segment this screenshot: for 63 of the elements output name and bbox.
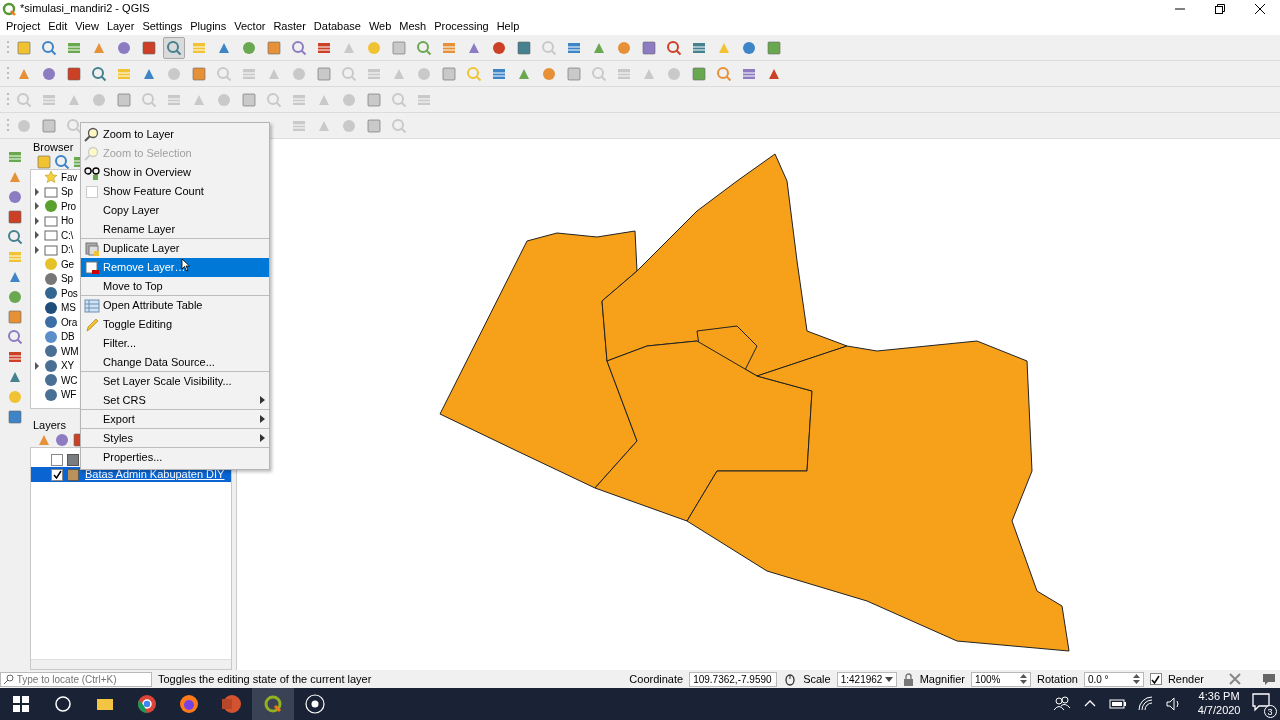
menu-item[interactable]: Show Feature Count <box>81 182 269 201</box>
tree-item[interactable]: Ho <box>61 213 74 229</box>
menu-item[interactable]: Styles <box>81 429 269 448</box>
render-label: Render <box>1167 671 1204 687</box>
menu-item[interactable]: Rename Layer <box>81 220 269 239</box>
tree-item[interactable]: Sp <box>61 271 73 287</box>
magnifier-field[interactable]: 100% <box>970 671 1031 687</box>
menu-item[interactable]: Plugins <box>186 17 231 35</box>
menu-item[interactable]: Duplicate Layer <box>81 239 269 258</box>
menu-item[interactable]: Remove Layer… <box>81 258 269 277</box>
menu-item[interactable]: View <box>71 17 103 35</box>
scale-dropdown[interactable]: 1:421962 <box>836 671 897 687</box>
menu-item[interactable]: Move to Top <box>81 277 269 296</box>
clock-time[interactable]: 4:36 PM <box>1197 690 1241 704</box>
coordinate-label: Coordinate <box>629 671 684 687</box>
tree-item[interactable]: DB <box>61 329 75 345</box>
menu-item[interactable]: Processing <box>430 17 493 35</box>
clock-date[interactable]: 4/7/2020 <box>1197 704 1241 718</box>
menu-item[interactable]: Show in Overview <box>81 163 269 182</box>
tree-item[interactable]: Sp <box>61 184 73 200</box>
tree-item[interactable]: Ge <box>61 256 74 272</box>
menu-item[interactable]: Vector <box>230 17 270 35</box>
tree-item[interactable]: Pos <box>61 285 78 301</box>
coordinate-field[interactable]: 109.7362,-7.9590 <box>689 671 778 687</box>
rotation-label: Rotation <box>1036 671 1078 687</box>
menu-item[interactable]: Raster <box>269 17 310 35</box>
tree-item[interactable]: Pro <box>61 198 76 214</box>
panel-title: Layers <box>32 418 67 433</box>
tree-item[interactable]: XY <box>61 358 74 374</box>
panel-title: Browser <box>32 140 74 155</box>
tree-item[interactable]: WF <box>61 387 77 403</box>
menu-item[interactable]: Change Data Source... <box>81 353 269 372</box>
menu-item[interactable]: Database <box>309 17 365 35</box>
scale-label: Scale <box>803 671 831 687</box>
menu-item[interactable]: Set Layer Scale Visibility... <box>81 372 269 391</box>
locator-field[interactable]: Type to locate (Ctrl+K) <box>0 671 152 687</box>
menu-item[interactable]: Mesh <box>395 17 431 35</box>
status-message: Toggles the editing state of the current layer <box>158 671 372 687</box>
tree-item[interactable]: WM <box>61 343 79 359</box>
tree-item[interactable]: MS <box>61 300 76 316</box>
menu-item[interactable]: Project <box>2 17 45 35</box>
menu-item[interactable]: Zoom to Layer <box>81 125 269 144</box>
menu-item[interactable]: Edit <box>44 17 72 35</box>
tree-item[interactable]: D:\ <box>61 242 74 258</box>
tree-item[interactable]: C:\ <box>61 227 74 243</box>
magnifier-label: Magnifier <box>919 671 965 687</box>
tree-item[interactable]: Ora <box>61 314 78 330</box>
menu-item[interactable]: Set CRS <box>81 391 269 410</box>
menu-item[interactable]: Layer <box>102 17 139 35</box>
menu-item[interactable]: Help <box>492 17 524 35</box>
menu-item[interactable]: Properties... <box>81 448 269 467</box>
menu-item[interactable]: Web <box>364 17 396 35</box>
notification-count: 3 <box>1263 705 1277 718</box>
menu-item[interactable]: Settings <box>138 17 187 35</box>
rotation-field[interactable]: 0.0 ° <box>1083 671 1144 687</box>
menu-item[interactable]: Export <box>81 410 269 429</box>
tree-item[interactable]: WC <box>61 372 78 388</box>
menu-item[interactable]: Toggle Editing <box>81 315 269 334</box>
window-title: *simulasi_mandiri2 - QGIS <box>20 1 150 17</box>
menu-item[interactable]: Filter... <box>81 334 269 353</box>
menu-item[interactable]: Open Attribute Table <box>81 296 269 315</box>
menu-item[interactable]: Copy Layer <box>81 201 269 220</box>
tree-item[interactable]: Fav <box>61 170 78 185</box>
